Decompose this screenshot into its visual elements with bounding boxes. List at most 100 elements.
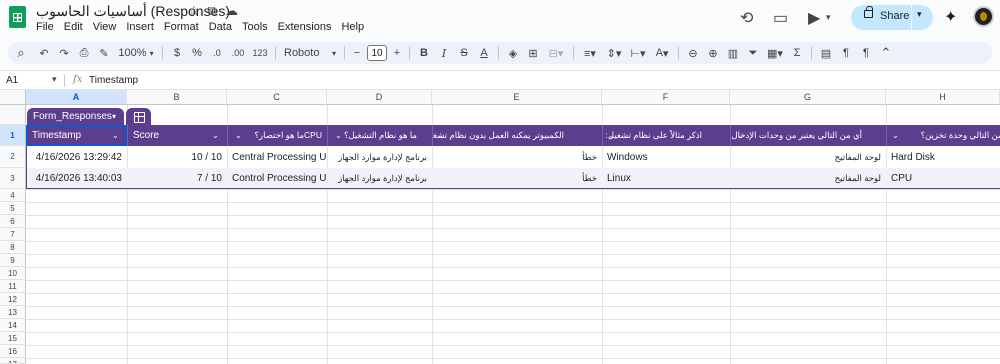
table-cell[interactable]: خطأ — [433, 168, 597, 189]
table-cell[interactable]: 7 / 10 — [128, 168, 222, 189]
row-header-2[interactable]: 2 — [0, 146, 26, 168]
table-cell[interactable]: برنامج لإدارة موارد الجهاز — [328, 147, 427, 168]
row-header-10[interactable]: 10 — [0, 267, 26, 280]
rtl-direction-icon[interactable]: ¶ — [856, 42, 876, 64]
select-all-corner[interactable] — [0, 90, 26, 105]
row-header-1[interactable]: 1 — [0, 125, 26, 146]
cloud-status-icon[interactable]: ☁ — [225, 3, 238, 19]
strikethrough-button[interactable]: S — [454, 42, 474, 64]
table-header-input-devices[interactable]: ⌄ أي من التالي يعتبر من وحدات الإدخال؟ — [731, 125, 886, 146]
horizontal-align-icon[interactable]: ≡▾ — [578, 42, 602, 64]
undo-icon[interactable]: ↶ — [34, 42, 54, 64]
menu-file[interactable]: File — [36, 21, 59, 33]
fill-color-icon[interactable]: ◈ — [503, 42, 523, 64]
share-caret-icon[interactable]: ▾ — [917, 9, 922, 20]
row-header-15[interactable]: 15 — [0, 332, 26, 345]
table-header-score[interactable]: Score ⌄ — [128, 125, 227, 146]
table-cell[interactable]: Linux — [607, 168, 727, 189]
menu-format[interactable]: Format — [159, 21, 204, 33]
avatar[interactable] — [973, 6, 994, 27]
italic-button[interactable]: I — [434, 42, 454, 64]
zoom-select[interactable]: 100% ▾ — [114, 42, 158, 64]
row-header-9[interactable]: 9 — [0, 254, 26, 267]
column-header-b[interactable]: B — [127, 90, 227, 105]
table-header-cpu[interactable]: ⌄ CPUما هو اختصار؟ — [228, 125, 327, 146]
name-box[interactable]: A1 — [6, 75, 18, 86]
table-cell[interactable]: Hard Disk — [891, 147, 996, 168]
share-label[interactable]: Share — [880, 10, 909, 22]
font-select[interactable]: Roboto ▾ — [280, 42, 340, 64]
row-header-16[interactable]: 16 — [0, 345, 26, 358]
row-header-17[interactable]: 17 — [0, 358, 26, 364]
column-header-c[interactable]: C — [227, 90, 327, 105]
row-header-6[interactable]: 6 — [0, 215, 26, 228]
insert-link-icon[interactable]: ⊖ — [683, 42, 703, 64]
redo-icon[interactable]: ↷ — [54, 42, 74, 64]
table-cell[interactable]: خطأ — [433, 147, 597, 168]
percent-button[interactable]: % — [187, 42, 207, 64]
functions-button[interactable]: Σ — [787, 42, 807, 64]
gemini-sparkle-icon[interactable]: ✦ — [944, 7, 957, 27]
table-header-os-example[interactable]: ⌄ اذكر مثالاً على نظام تشغيل: — [603, 125, 730, 146]
formula-input[interactable]: Timestamp — [89, 75, 138, 86]
table-cell[interactable]: 4/16/2026 13:40:03 — [27, 168, 122, 189]
filter-icon[interactable]: ⏷ — [743, 42, 763, 64]
column-menu-icon[interactable]: ⌄ — [235, 125, 242, 146]
column-header-d[interactable]: D — [327, 90, 432, 105]
table-cell[interactable]: CPU — [891, 168, 996, 189]
freeze-icon[interactable]: ▤ — [816, 42, 836, 64]
sheets-logo-icon[interactable] — [9, 6, 26, 28]
font-size-value[interactable]: 10 — [367, 45, 387, 61]
decrease-decimal-button[interactable]: .0 — [207, 42, 227, 64]
insert-comment-icon[interactable]: ⊕ — [703, 42, 723, 64]
font-size-field[interactable]: 10 — [365, 42, 389, 64]
paint-format-icon[interactable]: ✎ — [94, 42, 114, 64]
text-color-button[interactable]: A — [474, 42, 494, 64]
insert-chart-icon[interactable]: ▥ — [723, 42, 743, 64]
meet-icon[interactable]: ▶ — [808, 8, 820, 28]
table-cell[interactable]: لوحة المفاتيح — [731, 147, 881, 168]
column-header-f[interactable]: F — [602, 90, 730, 105]
column-menu-icon[interactable]: ⌄ — [335, 125, 342, 146]
table-cell[interactable]: Windows — [607, 147, 727, 168]
column-header-g[interactable]: G — [730, 90, 886, 105]
menu-edit[interactable]: Edit — [59, 21, 88, 33]
table-cell[interactable]: برنامج لإدارة موارد الجهاز — [328, 168, 427, 189]
print-icon[interactable]: ⎙ — [74, 42, 94, 64]
row-header-11[interactable]: 11 — [0, 280, 26, 293]
filter-views-icon[interactable]: ▦▾ — [763, 42, 787, 64]
history-icon[interactable]: ⟲ — [740, 8, 753, 28]
name-box-caret-icon[interactable]: ▾ — [52, 74, 57, 85]
bold-button[interactable]: B — [414, 42, 434, 64]
row-header-4[interactable]: 4 — [0, 189, 26, 202]
table-cell[interactable]: Central Processing Unit — [232, 147, 326, 168]
row-header-5[interactable]: 5 — [0, 202, 26, 215]
column-menu-icon[interactable]: ⌄ — [212, 125, 219, 146]
table-cell[interactable]: 10 / 10 — [128, 147, 222, 168]
search-menus-icon[interactable]: ⌕ — [8, 42, 34, 64]
row-header-8[interactable]: 8 — [0, 241, 26, 254]
table-name-chip[interactable]: Form_Responses ▾ — [27, 108, 124, 125]
row-header-14[interactable]: 14 — [0, 319, 26, 332]
menu-extensions[interactable]: Extensions — [273, 21, 337, 33]
row-header-12[interactable]: 12 — [0, 293, 26, 306]
table-header-without-os[interactable]: ⌄ الكمبيوتر يمكنه العمل بدون نظام تشغيل — [433, 125, 602, 146]
row-header-3[interactable]: 3 — [0, 168, 26, 189]
row-header-13[interactable]: 13 — [0, 306, 26, 319]
menu-help[interactable]: Help — [336, 21, 369, 33]
text-rotation-icon[interactable]: A ▾ — [650, 42, 674, 64]
column-header-a[interactable]: A — [26, 90, 127, 105]
table-options-icon[interactable] — [126, 108, 151, 125]
table-cell[interactable]: لوحة المفاتيح — [731, 168, 881, 189]
move-folder-icon[interactable]: ⧉ — [208, 3, 217, 19]
paragraph-direction-icon[interactable]: ¶ — [836, 42, 856, 64]
menu-tools[interactable]: Tools — [237, 21, 273, 33]
meet-caret-icon[interactable]: ▾ — [826, 12, 831, 23]
table-header-storage[interactable]: ⌄ أي من التالي وحدة تخزين؟ — [887, 125, 1000, 146]
currency-button[interactable]: $ — [167, 42, 187, 64]
font-size-increase-button[interactable]: + — [389, 42, 405, 64]
row-header-7[interactable]: 7 — [0, 228, 26, 241]
collapse-toolbar-icon[interactable]: ⌃ — [876, 42, 896, 64]
merge-cells-icon[interactable]: ⊟▾ — [543, 42, 569, 64]
increase-decimal-button[interactable]: .00 — [227, 42, 249, 64]
